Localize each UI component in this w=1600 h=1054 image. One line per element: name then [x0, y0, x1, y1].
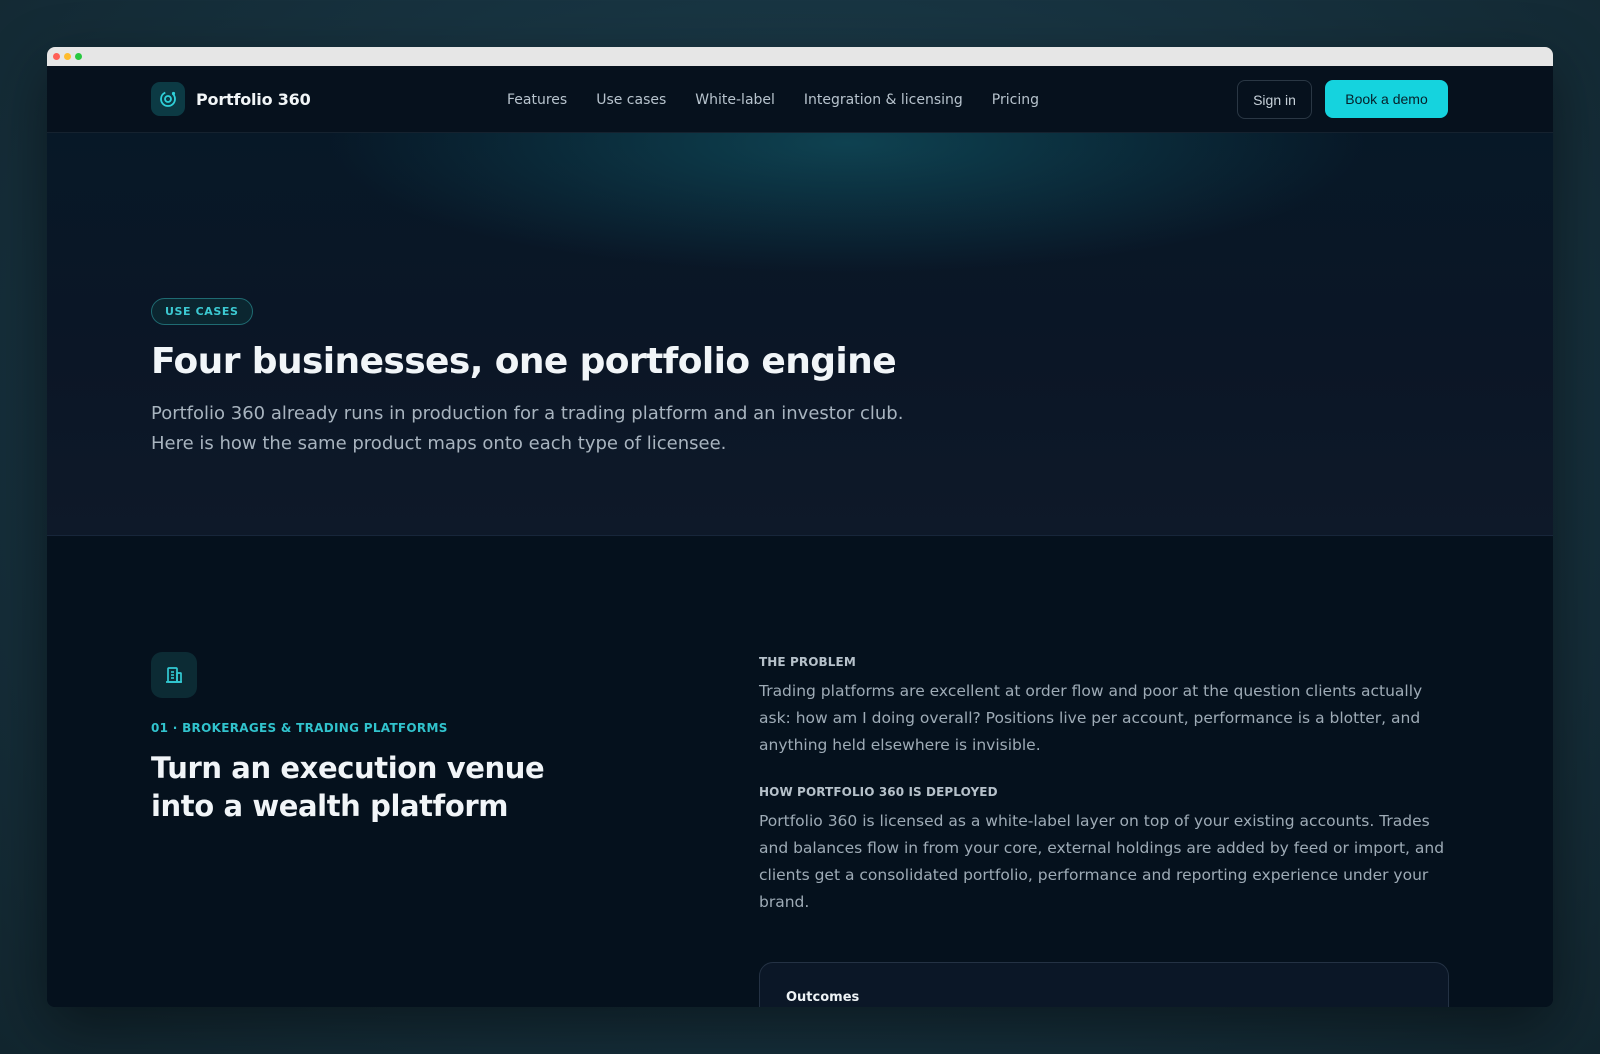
nav-link-integration-licensing[interactable]: Integration & licensing	[804, 92, 963, 108]
page-subtitle: Portfolio 360 already runs in production…	[151, 403, 904, 454]
top-navigation: Portfolio 360 Features Use cases White-l…	[47, 66, 1553, 133]
nav-link-pricing[interactable]: Pricing	[992, 92, 1039, 108]
brand-link[interactable]: Portfolio 360	[151, 82, 311, 116]
nav-links: Features Use cases White-label Integrati…	[507, 66, 1039, 133]
use-case-tag: 01 · BROKERAGES & TRADING PLATFORMS	[151, 721, 448, 735]
use-case-title: Turn an execution venue into a wealth pl…	[151, 751, 545, 823]
outcomes-title: Outcomes	[786, 990, 860, 1005]
browser-window: Portfolio 360 Features Use cases White-l…	[47, 47, 1553, 1007]
page-title: Four businesses, one portfolio engine	[151, 341, 897, 382]
sign-in-button[interactable]: Sign in	[1237, 80, 1312, 119]
minimize-window-button[interactable]	[64, 53, 71, 60]
window-chrome	[47, 47, 1553, 66]
brand-name: Portfolio 360	[196, 89, 311, 109]
building-icon	[151, 652, 197, 698]
use-case-details: THE PROBLEM Trading platforms are excell…	[759, 655, 1449, 916]
use-case-section: 01 · BROKERAGES & TRADING PLATFORMS Turn…	[47, 537, 1553, 1007]
maximize-window-button[interactable]	[75, 53, 82, 60]
nav-link-features[interactable]: Features	[507, 92, 567, 108]
deployment-label: HOW PORTFOLIO 360 IS DEPLOYED	[759, 785, 998, 799]
problem-text: Trading platforms are excellent at order…	[759, 682, 1423, 754]
problem-label: THE PROBLEM	[759, 655, 856, 669]
portfolio-logo-icon	[151, 82, 185, 116]
hero-section: USE CASES Four businesses, one portfolio…	[47, 133, 1553, 536]
nav-link-use-cases[interactable]: Use cases	[596, 92, 666, 108]
section-pill: USE CASES	[151, 298, 253, 325]
close-window-button[interactable]	[53, 53, 60, 60]
deployment-text: Portfolio 360 is licensed as a white-lab…	[759, 812, 1445, 911]
nav-link-white-label[interactable]: White-label	[695, 92, 775, 108]
outcomes-card: Outcomes	[759, 962, 1449, 1007]
book-demo-button[interactable]: Book a demo	[1325, 80, 1448, 118]
